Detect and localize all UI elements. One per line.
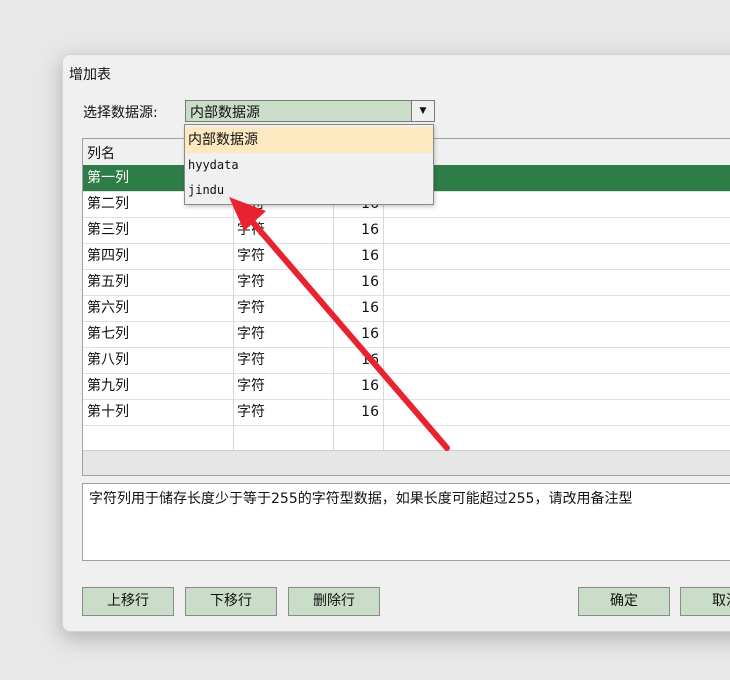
annotation-arrow-shaft bbox=[241, 209, 450, 451]
annotation-arrow bbox=[229, 197, 450, 451]
annotation-arrow-head bbox=[229, 197, 266, 231]
